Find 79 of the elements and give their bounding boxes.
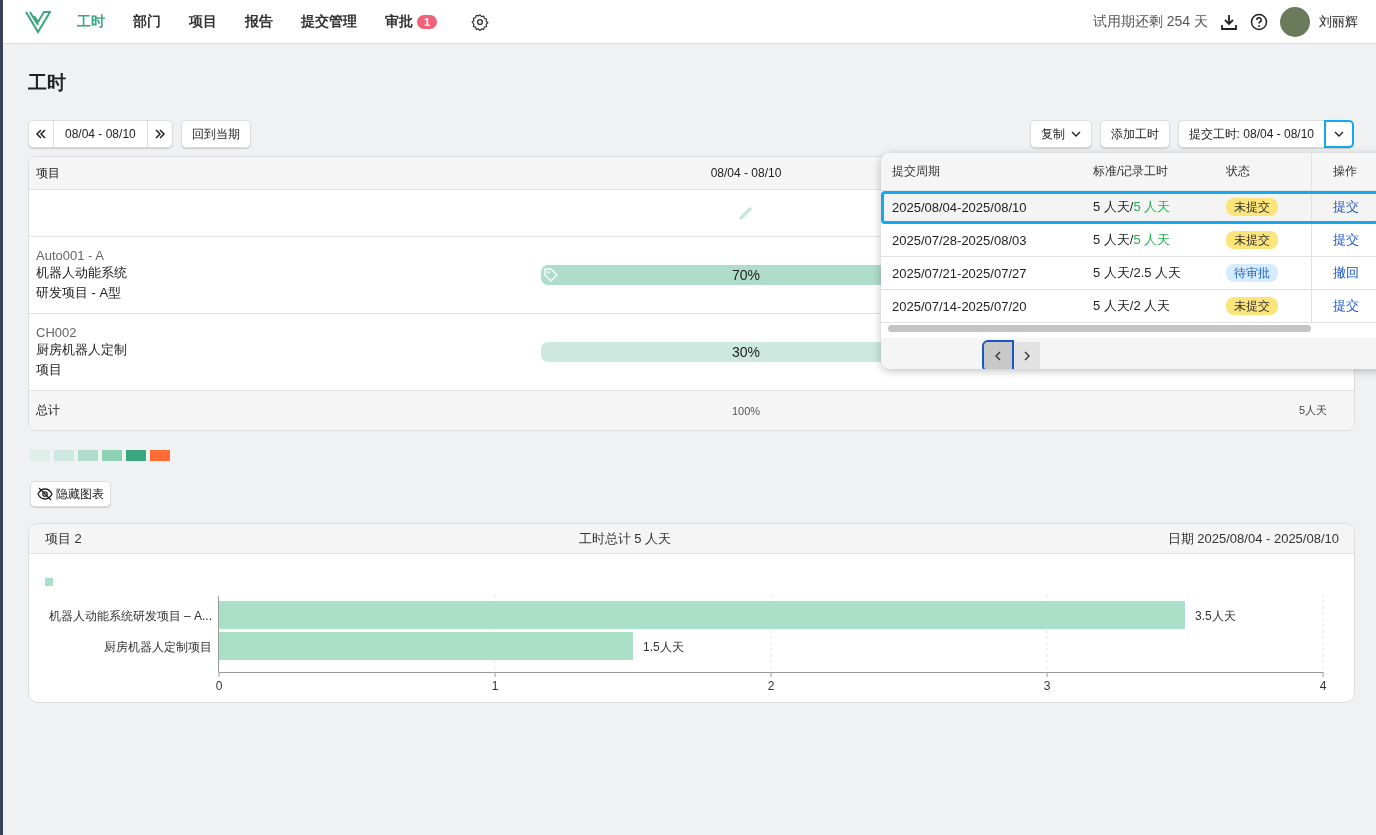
copy-button[interactable]: 复制 [1029, 120, 1092, 148]
double-right-icon [153, 128, 166, 140]
eye-off-icon [37, 487, 53, 501]
hours-cell-text: 5 人天/5 人天 [1093, 231, 1172, 249]
chevron-right-icon [1023, 351, 1031, 361]
column-header: 标准/记录工时 [1093, 163, 1170, 180]
scrollbar[interactable] [888, 325, 1311, 332]
status-badge: 未提交 [1226, 296, 1278, 315]
total-label: 总计 [35, 402, 61, 419]
nav-tab[interactable]: 部门 [119, 0, 175, 44]
double-left-icon [35, 128, 47, 140]
chevron-down-icon [1070, 129, 1081, 139]
hide-chart-button[interactable]: 隐藏图表 [30, 481, 111, 507]
submission-row[interactable]: 2025/07/28-2025/08/03 5 人天/5 人天 未提交 提交 [881, 224, 1376, 257]
column-header: 提交周期 [891, 163, 941, 180]
submission-row[interactable]: 2025/08/04-2025/08/10 5 人天/5 人天 未提交 提交 [881, 191, 1376, 224]
nav-tab[interactable]: 报告 [231, 0, 287, 44]
current-period-button[interactable]: 回到当期 [180, 120, 251, 148]
submission-row[interactable]: 2025/07/21-2025/07/27 5 人天/2.5 人天 待审批 撤回 [881, 257, 1376, 290]
nav-tab[interactable]: 项目 [175, 0, 231, 44]
tag-icon [543, 267, 559, 283]
action-link[interactable]: 提交 [1333, 198, 1359, 216]
nav-tab[interactable]: 审批 1 [371, 0, 452, 44]
hours-cell-text: 5 人天/2 人天 [1093, 297, 1172, 315]
user-name[interactable]: 刘丽辉 [1319, 12, 1358, 31]
project-count: 项目 2 [45, 529, 82, 548]
status-badge: 未提交 [1226, 230, 1278, 249]
status-badge: 未提交 [1226, 197, 1278, 216]
column-header: 项目 [35, 164, 61, 182]
action-link[interactable]: 提交 [1333, 297, 1359, 315]
tick-label: 0 [215, 679, 223, 693]
tick-label: 2 [767, 679, 775, 693]
category-label: 厨房机器人定制项目 [104, 640, 212, 654]
total-hours: 5人天 [1297, 403, 1328, 418]
legend-swatch [45, 578, 53, 586]
status-badge: 待审批 [1226, 263, 1278, 282]
settings-icon[interactable] [471, 12, 490, 31]
previous-page-button[interactable] [982, 340, 1014, 369]
column-header: 操作 [1311, 153, 1376, 190]
action-link[interactable]: 撤回 [1333, 264, 1359, 282]
tick-label: 4 [1319, 679, 1327, 693]
chevron-left-icon [994, 351, 1002, 361]
project-code: CH002 [36, 324, 78, 340]
submission-row[interactable]: 2025/07/14-2025/07/20 5 人天/2 人天 未提交 提交 [881, 290, 1376, 323]
page-title: 工时 [28, 71, 67, 95]
help-icon[interactable] [1250, 12, 1268, 31]
project-name: 项目 [36, 360, 63, 379]
count-badge: 1 [417, 14, 438, 29]
value-label: 1.5人天 [643, 640, 684, 654]
nav-tab[interactable]: 提交管理 [287, 0, 371, 44]
project-name: 厨房机器人定制 [36, 340, 128, 359]
project-code: Auto001 - A [36, 247, 105, 263]
hours-cell-text: 5 人天/2.5 人天 [1093, 264, 1183, 282]
hours-total: 工时总计 5 人天 [578, 529, 671, 548]
submit-hours-button[interactable]: 提交工时: 08/04 - 08/10 [1177, 120, 1324, 148]
add-hours-button[interactable]: 添加工时 [1099, 120, 1170, 148]
chevron-down-icon [1334, 129, 1344, 139]
avatar-photo-placeholder[interactable] [1280, 6, 1310, 37]
period-label: 08/04 - 08/10 [53, 121, 148, 147]
total-share: 100% [730, 404, 762, 417]
tick-label: 1 [491, 679, 499, 693]
logo-icon[interactable] [25, 9, 51, 34]
column-header: 08/04 - 08/10 [710, 166, 782, 180]
trial-remaining-text: 试用期还剩 254 天 [1092, 12, 1208, 31]
tick-label: 3 [1043, 679, 1051, 693]
download-icon[interactable] [1220, 12, 1238, 31]
period-cell-text: 2025/07/14-2025/07/20 [891, 298, 1028, 314]
hours-cell-text: 5 人天/5 人天 [1093, 198, 1172, 216]
project-name: 研发项目 - A型 [36, 283, 123, 302]
date-range: 日期 2025/08/04 - 2025/08/10 [1167, 529, 1339, 548]
project-name: 机器人动能系统 [36, 263, 128, 282]
action-link[interactable]: 提交 [1333, 231, 1359, 249]
value-label: 3.5人天 [1195, 609, 1236, 623]
category-label: 机器人动能系统研发项目 – A... [48, 609, 212, 623]
next-page-button[interactable] [1014, 342, 1040, 369]
period-cell-text: 2025/08/04-2025/08/10 [891, 199, 1028, 215]
column-header: 状态 [1226, 163, 1251, 180]
period-cell-text: 2025/07/28-2025/08/03 [891, 232, 1028, 248]
dropdown-toggle-button[interactable] [1324, 120, 1354, 148]
